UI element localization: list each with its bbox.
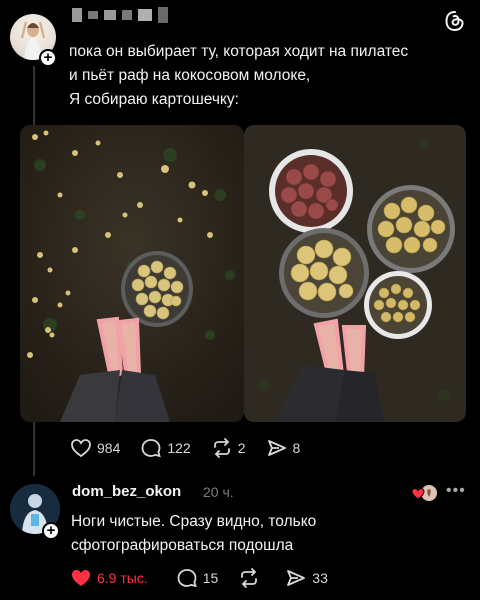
reply-like-count: 6.9 тыс. xyxy=(97,570,148,586)
reply-text: Ноги чистые. Сразу видно, только сфотогр… xyxy=(71,510,431,558)
comment-button[interactable]: 122 xyxy=(140,438,191,458)
like-button[interactable]: 984 xyxy=(70,438,120,458)
repost-icon xyxy=(241,568,258,588)
repost-icon xyxy=(213,438,230,458)
post-text: пока он выбирает ту, которая ходит на пи… xyxy=(69,40,469,112)
follow-plus-icon[interactable]: + xyxy=(42,522,60,540)
comment-icon xyxy=(141,439,162,458)
repost-count: 2 xyxy=(237,440,246,456)
reply-repost-button[interactable] xyxy=(238,568,265,588)
reply-timestamp: 20 ч. xyxy=(203,484,234,500)
reply-comment-count: 15 xyxy=(202,570,219,586)
post-text-line: Я собираю картошечку: xyxy=(69,91,239,108)
threads-icon xyxy=(444,10,466,32)
reply-like-button[interactable]: 6.9 тыс. xyxy=(70,568,148,588)
heart-icon xyxy=(72,570,90,586)
reply-comment-button[interactable]: 15 xyxy=(176,568,219,588)
heart-icon xyxy=(411,488,425,500)
post-text-line: и пьёт раф на кокосовом молоке, xyxy=(69,67,311,84)
reply-share-count: 33 xyxy=(312,570,328,586)
post-actions-bar: 984 122 2 8 xyxy=(70,438,320,458)
author-username-blurred[interactable] xyxy=(72,7,168,23)
heart-icon xyxy=(71,439,91,458)
post-photo-buckets[interactable] xyxy=(244,125,466,422)
repost-button[interactable]: 2 xyxy=(211,438,246,458)
more-options-icon[interactable]: ••• xyxy=(446,482,466,500)
reply-text-line: Ноги чистые. Сразу видно, только xyxy=(71,513,317,530)
author-liked-badge xyxy=(411,484,437,502)
like-count: 984 xyxy=(97,440,121,456)
reply-share-button[interactable]: 33 xyxy=(285,568,328,588)
reply-username[interactable]: dom_bez_okon xyxy=(72,483,181,500)
share-button[interactable]: 8 xyxy=(266,438,301,458)
comment-icon xyxy=(177,569,197,588)
post-photo-field[interactable] xyxy=(20,125,244,422)
reply-actions-bar: 6.9 тыс. 15 33 xyxy=(70,568,348,588)
follow-plus-icon[interactable]: + xyxy=(39,49,57,67)
share-icon xyxy=(287,570,306,586)
post-text-line: пока он выбирает ту, которая ходит на пи… xyxy=(69,43,409,60)
share-count: 8 xyxy=(292,440,301,456)
reply-text-line: сфотографироваться подошла xyxy=(71,537,294,554)
comment-count: 122 xyxy=(167,440,191,456)
share-icon xyxy=(267,440,286,456)
